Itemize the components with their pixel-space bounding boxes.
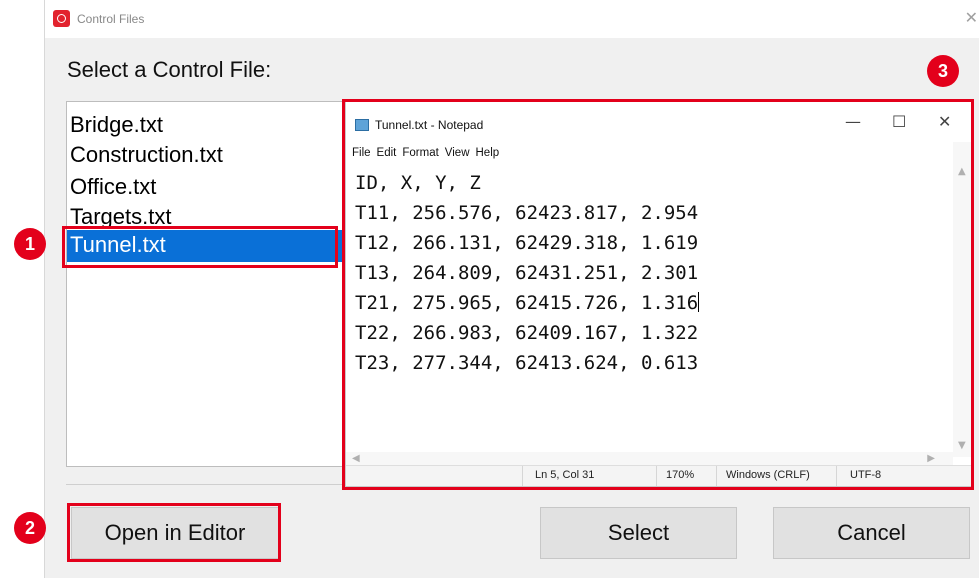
notepad-close-icon[interactable]: ✕ <box>938 112 951 131</box>
scroll-down-icon[interactable]: ▼ <box>958 440 966 451</box>
status-zoom: 170% <box>666 469 695 481</box>
app-logo-icon <box>53 10 70 27</box>
text-line: ID, X, Y, Z <box>355 172 481 194</box>
text-line: T22, 266.983, 62409.167, 1.322 <box>355 322 699 344</box>
annotation-marker-2: 2 <box>14 512 46 544</box>
vertical-scrollbar[interactable]: ▲ ▼ <box>953 142 971 457</box>
text-caret <box>698 292 700 312</box>
select-prompt: Select a Control File: <box>67 57 272 82</box>
status-encoding: UTF-8 <box>850 469 882 481</box>
notepad-window[interactable]: Tunnel.txt - Notepad — ☐ ✕ File Edit Forma… <box>345 101 972 487</box>
status-divider <box>522 466 523 486</box>
text-line: T12, 266.131, 62429.318, 1.619 <box>355 232 699 254</box>
notepad-text-area[interactable]: ID, X, Y, Z T11, 256.576, 62423.817, 2.95… <box>355 168 945 448</box>
menu-file[interactable]: File <box>352 147 371 159</box>
scroll-left-icon[interactable]: ◀ <box>352 453 360 464</box>
close-icon[interactable]: ✕ <box>965 8 978 27</box>
text-line: T21, 275.965, 62415.726, 1.316 <box>355 292 699 314</box>
horizontal-scrollbar[interactable]: ◀ ▶ <box>346 452 953 466</box>
maximize-icon[interactable]: ☐ <box>892 112 906 131</box>
cancel-button[interactable]: Cancel <box>773 507 970 559</box>
menu-format[interactable]: Format <box>402 147 438 159</box>
notepad-icon <box>355 119 369 131</box>
scroll-up-icon[interactable]: ▲ <box>958 166 966 177</box>
dialog-title: Control Files <box>77 12 145 26</box>
menu-view[interactable]: View <box>445 147 470 159</box>
text-line-with-caret: T21, 275.965, 62415.726, 1.316 <box>355 288 945 318</box>
minimize-icon[interactable]: — <box>845 112 861 131</box>
text-line: T23, 277.344, 62413.624, 0.613 <box>355 352 699 374</box>
status-divider <box>656 466 657 486</box>
notepad-titlebar[interactable]: Tunnel.txt - Notepad — ☐ ✕ <box>346 102 971 142</box>
text-line: T11, 256.576, 62423.817, 2.954 <box>355 202 699 224</box>
status-position: Ln 5, Col 31 <box>535 469 595 481</box>
notepad-statusbar: Ln 5, Col 31 170% Windows (CRLF) UTF-8 <box>346 465 971 486</box>
menu-help[interactable]: Help <box>476 147 500 159</box>
select-button[interactable]: Select <box>540 507 737 559</box>
status-divider <box>836 466 837 486</box>
text-line: T13, 264.809, 62431.251, 2.301 <box>355 262 699 284</box>
annotation-marker-3: 3 <box>927 55 959 87</box>
dialog-titlebar: Control Files ✕ <box>45 0 979 38</box>
open-in-editor-button[interactable]: Open in Editor <box>71 507 279 559</box>
menu-edit[interactable]: Edit <box>377 147 397 159</box>
notepad-menubar: File Edit Format View Help <box>352 147 505 159</box>
status-line-ending: Windows (CRLF) <box>726 469 810 481</box>
status-divider <box>716 466 717 486</box>
scroll-right-icon[interactable]: ▶ <box>927 453 935 464</box>
annotation-marker-1: 1 <box>14 228 46 260</box>
notepad-title: Tunnel.txt - Notepad <box>375 118 484 132</box>
